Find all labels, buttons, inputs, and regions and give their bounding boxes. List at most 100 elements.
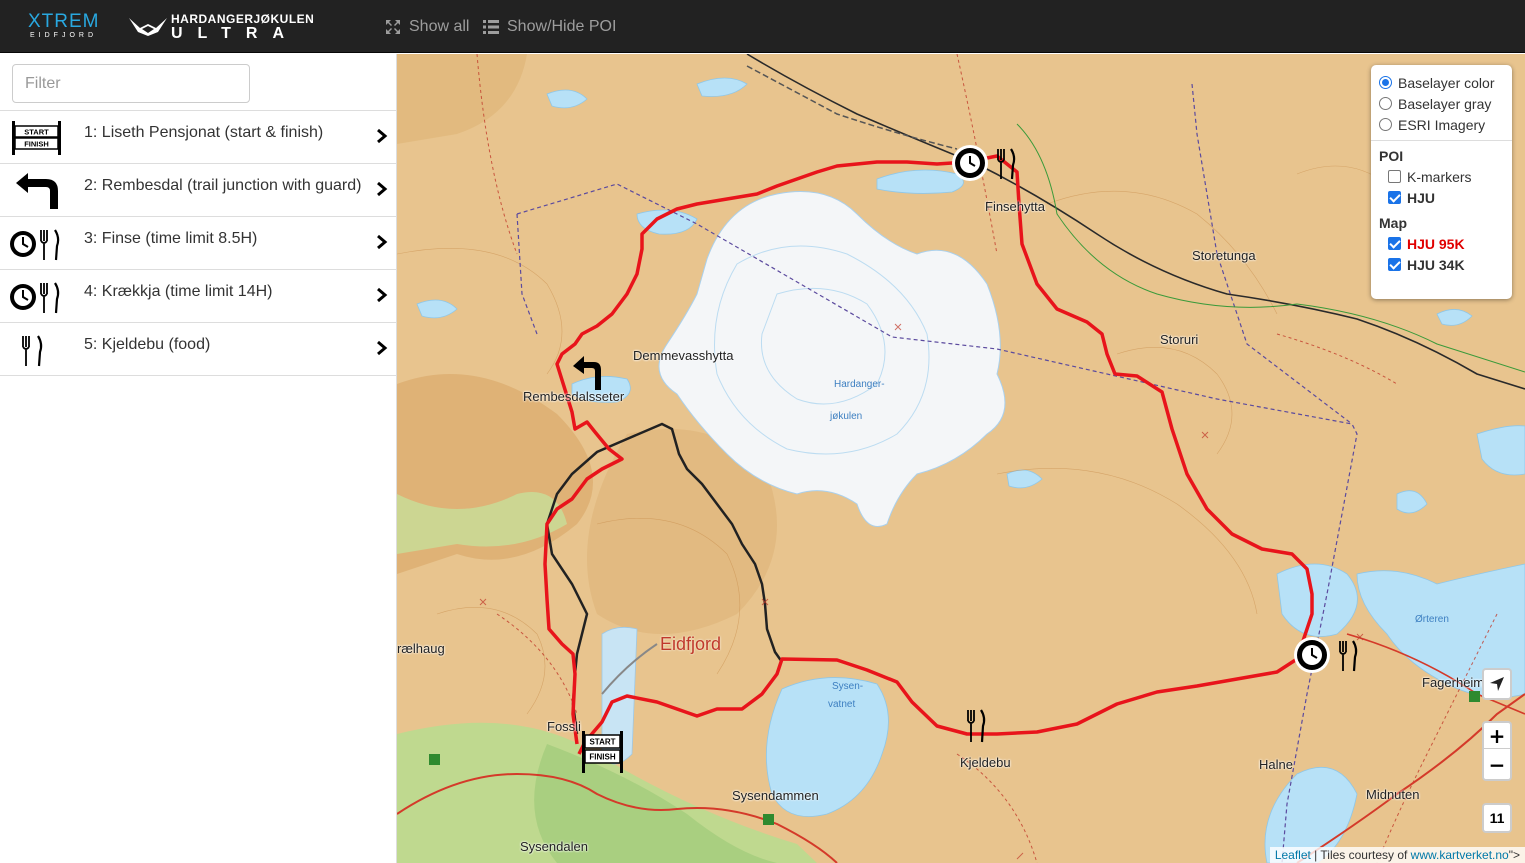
locate-button[interactable] bbox=[1482, 668, 1512, 700]
kjeldebu-marker[interactable] bbox=[962, 706, 992, 746]
zoom-in-button[interactable]: + bbox=[1484, 723, 1510, 749]
layer-separator bbox=[1371, 140, 1512, 141]
clock-food-icon bbox=[10, 229, 60, 261]
checkbox-checked[interactable] bbox=[1388, 191, 1401, 204]
label-midnuten: Midnuten bbox=[1366, 787, 1420, 802]
poi-item-label: 5: Kjeldebu (food) bbox=[84, 336, 211, 353]
poi-item-finse[interactable]: 3: Finse (time limit 8.5H) bbox=[0, 217, 396, 270]
hju-poi-label: HJU bbox=[1407, 189, 1436, 206]
kartverket-link[interactable]: www.kartverket.no bbox=[1411, 848, 1509, 862]
show-all-button[interactable]: Show all bbox=[385, 17, 469, 37]
start-finish-marker[interactable]: START FINISH bbox=[580, 729, 626, 775]
label-hardangerjokulen-2: jøkulen bbox=[830, 411, 863, 422]
poi-item-kraekkja[interactable]: 4: Krækkja (time limit 14H) bbox=[0, 270, 396, 323]
turn-left-arrow-icon bbox=[16, 173, 58, 209]
label-orteren: Ørteren bbox=[1415, 614, 1449, 625]
label-sysendalen: Sysendalen bbox=[520, 839, 588, 854]
map-group-title: Map bbox=[1379, 215, 1407, 231]
top-navbar: XTREM EIDFJORD HARDANGERJØKULEN ULTRA Sh… bbox=[0, 0, 1525, 53]
label-fossli: Fossli bbox=[547, 719, 581, 734]
hju-logo-top: HARDANGERJØKULEN bbox=[171, 12, 315, 26]
label-demmevasshytta: Demmevasshytta bbox=[633, 348, 734, 363]
map-view[interactable]: Demmevasshytta Rembesdalsseter Finsehytt… bbox=[397, 54, 1525, 863]
hju-95k-label: HJU 95K bbox=[1407, 235, 1465, 252]
clock-food-icon bbox=[10, 282, 60, 314]
label-finsehytta: Finsehytta bbox=[985, 199, 1045, 214]
label-eidfjord: Eidfjord bbox=[660, 634, 722, 654]
poi-item-rembesdal[interactable]: 2: Rembesdal (trail junction with guard) bbox=[0, 164, 396, 217]
esri-imagery-label: ESRI Imagery bbox=[1398, 116, 1486, 133]
attribution-tail: "> bbox=[1508, 848, 1520, 862]
label-kjeldebu: Kjeldebu bbox=[960, 755, 1011, 770]
checkbox-checked[interactable] bbox=[1388, 258, 1401, 271]
label-kraelhaug: rælhaug bbox=[397, 641, 445, 656]
finish-marker-text: FINISH bbox=[589, 753, 615, 762]
bird-logo-icon bbox=[129, 18, 167, 36]
poi-item-label: 2: Rembesdal (trail junction with guard) bbox=[84, 177, 362, 194]
label-sysenvatnet-2: vatnet bbox=[828, 699, 856, 710]
label-fagerheim: Fagerheim bbox=[1422, 675, 1485, 690]
show-hide-poi-button[interactable]: Show/Hide POI bbox=[483, 17, 616, 37]
zoom-out-button[interactable]: − bbox=[1484, 752, 1510, 778]
chevron-right-icon bbox=[377, 340, 388, 356]
esri-imagery-option[interactable]: ESRI Imagery bbox=[1379, 114, 1504, 135]
baselayer-color-option[interactable]: Baselayer color bbox=[1379, 72, 1504, 93]
baselayer-gray-label: Baselayer gray bbox=[1398, 95, 1492, 112]
poi-item-label: 4: Krækkja (time limit 14H) bbox=[84, 283, 273, 300]
baselayer-gray-option[interactable]: Baselayer gray bbox=[1379, 93, 1504, 114]
kraekkja-marker[interactable] bbox=[1292, 635, 1362, 675]
label-storetunga: Storetunga bbox=[1192, 248, 1256, 263]
label-hardangerjokulen-1: Hardanger- bbox=[834, 379, 885, 390]
label-sysenvatnet-1: Sysen- bbox=[832, 681, 864, 692]
leaflet-link[interactable]: Leaflet bbox=[1275, 848, 1311, 862]
chevron-right-icon bbox=[377, 128, 388, 144]
label-sysendammen: Sysendammen bbox=[732, 788, 819, 803]
poi-item-label: 1: Liseth Pensjonat (start & finish) bbox=[84, 124, 324, 141]
poi-item-kjeldebu[interactable]: 5: Kjeldebu (food) bbox=[0, 323, 396, 376]
checkbox-unchecked[interactable] bbox=[1388, 170, 1401, 183]
filter-input[interactable] bbox=[12, 64, 250, 103]
radio-unselected[interactable] bbox=[1379, 118, 1392, 131]
hju-95k-option[interactable]: HJU 95K bbox=[1379, 233, 1504, 254]
poi-sidebar: START FINISH 1: Liseth Pensjonat (start … bbox=[0, 54, 397, 863]
zoom-control: + − bbox=[1482, 721, 1512, 781]
zoom-level-display: 11 bbox=[1482, 803, 1512, 833]
hju-poi-option[interactable]: HJU bbox=[1379, 187, 1504, 208]
baselayer-color-label: Baselayer color bbox=[1398, 74, 1495, 91]
label-halne: Halne bbox=[1259, 757, 1293, 772]
checkbox-checked[interactable] bbox=[1388, 237, 1401, 250]
layer-control: Baselayer color Baselayer gray ESRI Imag… bbox=[1371, 65, 1512, 299]
finse-marker[interactable] bbox=[950, 143, 1020, 183]
finish-icon-text: FINISH bbox=[24, 140, 49, 149]
start-icon-text: START bbox=[24, 128, 49, 137]
k-markers-label: K-markers bbox=[1407, 168, 1472, 185]
rembesdal-marker[interactable] bbox=[570, 354, 606, 392]
food-icon bbox=[22, 335, 43, 367]
list-icon bbox=[483, 20, 499, 34]
radio-unselected[interactable] bbox=[1379, 97, 1392, 110]
label-storuri: Storuri bbox=[1160, 332, 1199, 347]
hju-logo-bottom: ULTRA bbox=[171, 25, 300, 42]
poi-item-label: 3: Finse (time limit 8.5H) bbox=[84, 230, 258, 247]
start-marker-text: START bbox=[589, 738, 615, 747]
k-markers-option[interactable]: K-markers bbox=[1379, 166, 1504, 187]
hardangerjokulen-ultra-logo[interactable]: HARDANGERJØKULEN ULTRA bbox=[128, 12, 314, 42]
eidfjord-logo-text: EIDFJORD bbox=[30, 32, 97, 39]
xtrem-logo-text: XTREM bbox=[28, 11, 100, 32]
hju-34k-label: HJU 34K bbox=[1407, 256, 1465, 273]
show-hide-poi-label: Show/Hide POI bbox=[507, 18, 617, 35]
chevron-right-icon bbox=[377, 234, 388, 250]
radio-selected[interactable] bbox=[1379, 76, 1392, 89]
chevron-right-icon bbox=[377, 181, 388, 197]
xtrem-eidfjord-logo[interactable]: XTREM EIDFJORD bbox=[28, 12, 102, 40]
show-all-label: Show all bbox=[409, 18, 470, 35]
start-finish-icon: START FINISH bbox=[12, 121, 61, 155]
chevron-right-icon bbox=[377, 287, 388, 303]
poi-group-title: POI bbox=[1379, 148, 1404, 164]
filter-container bbox=[0, 54, 396, 111]
fullscreen-icon bbox=[386, 20, 400, 34]
hju-34k-option[interactable]: HJU 34K bbox=[1379, 254, 1504, 275]
attribution: Leaflet | Tiles courtesy of www.kartverk… bbox=[1269, 847, 1525, 863]
poi-item-liseth[interactable]: START FINISH 1: Liseth Pensjonat (start … bbox=[0, 111, 396, 164]
attribution-text: | Tiles courtesy of bbox=[1310, 848, 1411, 862]
